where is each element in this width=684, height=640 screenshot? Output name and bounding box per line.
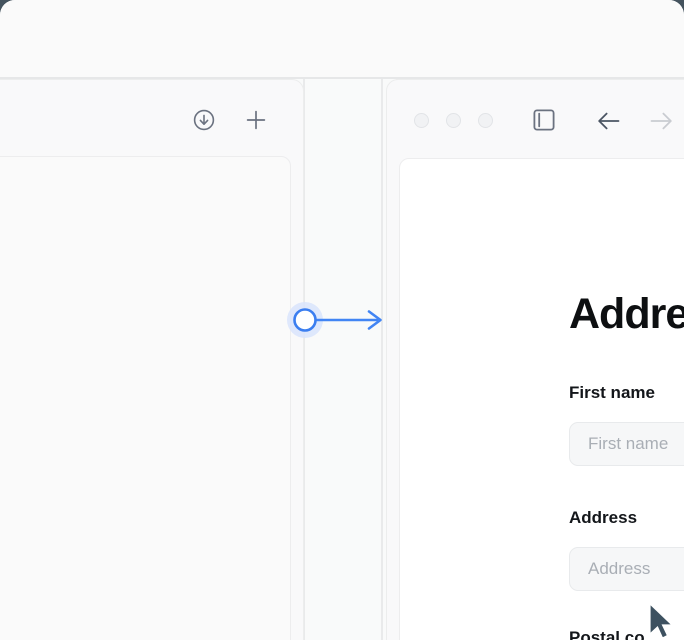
first-name-input[interactable]: First name — [569, 422, 684, 466]
download-circle-icon[interactable] — [190, 106, 218, 134]
connector-arrowhead — [367, 310, 382, 330]
sidebar-toggle-icon[interactable] — [530, 106, 558, 134]
window-frame: Addre First name First name Address Addr… — [0, 0, 684, 640]
address-input[interactable]: Address — [569, 547, 684, 591]
app-canvas: Addre First name First name Address Addr… — [0, 0, 684, 640]
left-panel-content-card — [0, 156, 291, 640]
close-dot[interactable] — [414, 113, 429, 128]
mouse-cursor — [649, 604, 674, 639]
canvas-guide-line — [381, 79, 383, 640]
host-topbar — [0, 0, 684, 78]
left-panel-window[interactable] — [0, 79, 304, 640]
cursor-arrow-shape — [649, 604, 674, 639]
arrow-left-icon[interactable] — [594, 106, 624, 136]
zoom-dot[interactable] — [478, 113, 493, 128]
minimize-dot[interactable] — [446, 113, 461, 128]
address-label: Address — [569, 508, 638, 527]
page-title: Addre — [569, 290, 684, 338]
arrow-right-icon[interactable] — [646, 106, 676, 136]
first-name-label: First name — [569, 383, 655, 402]
plus-icon[interactable] — [242, 106, 270, 134]
postal-code-label: Postal co — [569, 628, 645, 640]
